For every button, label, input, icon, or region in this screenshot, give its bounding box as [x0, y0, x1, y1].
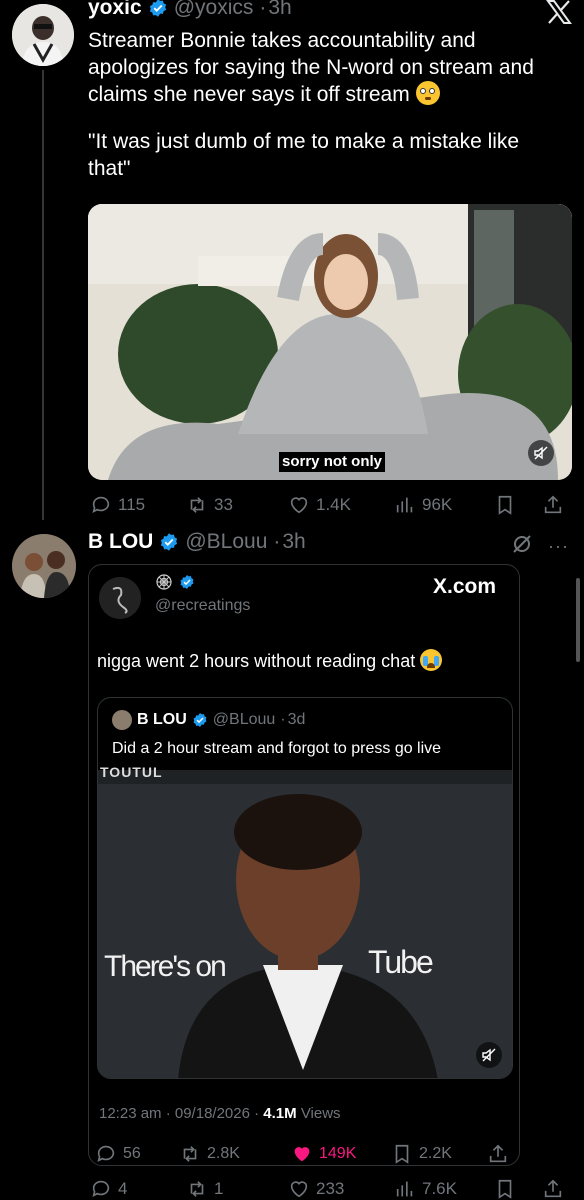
quoted-handle[interactable]: @BLouu — [213, 711, 276, 729]
tweet-quote-line: "It was just dumb of me to make a mistak… — [88, 130, 520, 153]
author-handle[interactable]: @BLouu — [185, 530, 267, 554]
share-button[interactable] — [542, 494, 564, 516]
tweet-actions: 115 33 1.4K 96K — [90, 494, 574, 518]
views-button[interactable]: 7.6K — [394, 1178, 457, 1200]
quoted-text: Did a 2 hour stream and forgot to press … — [112, 740, 442, 757]
heart-icon — [290, 497, 308, 514]
bookmark-icon — [395, 1144, 409, 1164]
heart-icon — [290, 1181, 308, 1198]
like-button[interactable]: 149K — [291, 1143, 356, 1165]
embed-actions: 56 2.8K 149K 2.2K — [95, 1143, 515, 1165]
quoted-media-video[interactable] — [98, 770, 512, 1078]
thread-line — [42, 70, 44, 520]
image-text-top: TOUTUL — [100, 764, 163, 780]
embed-avatar[interactable] — [99, 577, 141, 619]
mute-icon[interactable] — [528, 440, 554, 466]
video-caption: sorry not only — [279, 452, 386, 472]
share-icon — [489, 1144, 507, 1163]
reply-icon — [92, 496, 110, 513]
embed-timestamp-row: 12:23 am · 09/18/2026 · 4.1M Views — [99, 1105, 341, 1122]
separator-dot: · — [273, 530, 281, 553]
bookmark-icon — [498, 1179, 512, 1199]
more-options-icon[interactable]: ··· — [548, 536, 569, 557]
mute-icon[interactable] — [476, 1042, 502, 1068]
x-logo-icon[interactable] — [546, 0, 572, 29]
embed-views-label: Views — [300, 1105, 341, 1122]
quoted-avatar[interactable] — [112, 710, 132, 730]
analytics-icon — [396, 497, 413, 513]
tweet-text-line: Streamer Bonnie takes accountability and — [88, 29, 476, 52]
quoted-post-card[interactable]: B LOU @BLouu · 3d Did a 2 hour stream an… — [97, 697, 513, 1079]
image-text-right: Tube — [368, 944, 434, 980]
bookmark-icon — [498, 495, 512, 515]
reply-icon — [92, 1180, 110, 1197]
embed-text: nigga went 2 hours without reading chat — [97, 649, 443, 672]
embed-handle[interactable]: @recreatings — [155, 597, 250, 615]
share-button[interactable] — [542, 1178, 564, 1200]
quoted-author-name[interactable]: B LOU — [137, 711, 187, 729]
tweet-media-video[interactable] — [88, 204, 572, 480]
reply-icon — [97, 1145, 115, 1162]
repost-icon — [190, 1181, 204, 1197]
heart-filled-icon — [294, 1147, 310, 1162]
embedded-post-card[interactable]: @recreatings X.com nigga went 2 hours wi… — [88, 564, 520, 1166]
share-button[interactable] — [487, 1143, 509, 1165]
embed-timestamp[interactable]: 12:23 am · 09/18/2026 · — [99, 1105, 259, 1122]
post-time[interactable]: 3h — [268, 0, 291, 20]
scrollbar[interactable] — [576, 578, 580, 662]
spiderweb-icon — [156, 574, 172, 590]
bookmark-button[interactable] — [494, 494, 516, 516]
tweet-header: B LOU @BLouu · 3h — [88, 530, 306, 554]
like-button[interactable]: 233 — [288, 1178, 344, 1200]
embed-views-count: 4.1M — [263, 1105, 297, 1122]
bookmark-button[interactable]: 2.2K — [391, 1143, 452, 1165]
repost-button[interactable]: 1 — [186, 1178, 223, 1200]
embed-brand: X.com — [433, 575, 497, 598]
grok-icon[interactable] — [510, 532, 534, 561]
reply-button[interactable]: 115 — [90, 494, 145, 516]
avatar[interactable] — [12, 534, 76, 598]
share-icon — [544, 1179, 562, 1198]
like-button[interactable]: 1.4K — [288, 494, 351, 516]
image-text-left: There's on — [104, 950, 227, 983]
repost-button[interactable]: 2.8K — [179, 1143, 240, 1165]
author-handle[interactable]: @yoxics — [174, 0, 254, 20]
quoted-header: B LOU @BLouu · 3d — [112, 710, 305, 730]
share-icon — [544, 495, 562, 514]
embed-name-row — [155, 573, 195, 591]
analytics-icon — [396, 1181, 413, 1197]
separator-dot: · — [259, 0, 267, 19]
repost-icon — [190, 497, 204, 513]
repost-button[interactable]: 33 — [186, 494, 233, 516]
tweet-text-line: claims she never says it off stream — [88, 81, 568, 108]
verified-badge-icon — [193, 713, 207, 727]
avatar[interactable] — [12, 4, 74, 66]
tweet-text: Streamer Bonnie takes accountability and… — [88, 27, 568, 182]
verified-badge-icon — [180, 575, 194, 589]
quoted-time[interactable]: 3d — [288, 711, 306, 729]
crying-face-icon — [420, 649, 443, 671]
post-time[interactable]: 3h — [282, 530, 305, 554]
verified-badge-icon — [161, 533, 178, 551]
views-button[interactable]: 96K — [394, 494, 452, 516]
tweet-actions: 4 1 233 7.6K — [90, 1178, 574, 1200]
tweet-text-line: apologizes for saying the N-word on stre… — [88, 56, 534, 79]
repost-icon — [183, 1146, 197, 1162]
author-name[interactable]: yoxic — [88, 0, 142, 20]
reply-button[interactable]: 56 — [95, 1143, 141, 1165]
reply-button[interactable]: 4 — [90, 1178, 127, 1200]
tweet-quote-line: that" — [88, 157, 131, 180]
tweet-header: yoxic @yoxics · 3h — [88, 0, 292, 20]
bookmark-button[interactable] — [494, 1178, 516, 1200]
verified-badge-icon — [149, 0, 166, 17]
flushed-face-icon — [415, 81, 440, 105]
author-name[interactable]: B LOU — [88, 530, 153, 554]
